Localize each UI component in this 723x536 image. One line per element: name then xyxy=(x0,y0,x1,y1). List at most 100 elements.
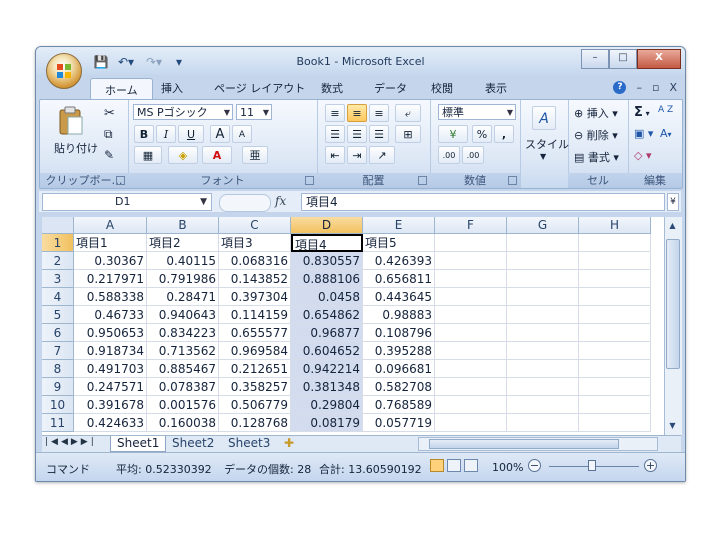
cell-f1[interactable] xyxy=(435,234,507,252)
sheet-tab-sheet2[interactable]: Sheet2 xyxy=(166,436,220,451)
cell-d7[interactable]: 0.604652 xyxy=(291,342,363,360)
cell-c6[interactable]: 0.655577 xyxy=(219,324,291,342)
row-header-9[interactable]: 9 xyxy=(42,378,74,396)
cell-a10[interactable]: 0.391678 xyxy=(74,396,147,414)
insert-cells-button[interactable]: ⊕ 挿入 ▾ xyxy=(574,105,618,121)
cell-c9[interactable]: 0.358257 xyxy=(219,378,291,396)
font-color-button[interactable]: A xyxy=(202,146,232,164)
cell-c7[interactable]: 0.969584 xyxy=(219,342,291,360)
column-header-e[interactable]: E xyxy=(363,217,435,234)
column-header-b[interactable]: B xyxy=(147,217,219,234)
cell-b10[interactable]: 0.001576 xyxy=(147,396,219,414)
cell-a3[interactable]: 0.217971 xyxy=(74,270,147,288)
cell-g3[interactable] xyxy=(507,270,579,288)
grow-font-button[interactable]: A xyxy=(210,125,230,143)
column-header-a[interactable]: A xyxy=(74,217,147,234)
cell-a2[interactable]: 0.30367 xyxy=(74,252,147,270)
underline-button[interactable]: U xyxy=(178,125,204,143)
row-header-1[interactable]: 1 xyxy=(42,234,74,252)
row-header-6[interactable]: 6 xyxy=(42,324,74,342)
cell-a5[interactable]: 0.46733 xyxy=(74,306,147,324)
cell-g11[interactable] xyxy=(507,414,579,432)
row-header-5[interactable]: 5 xyxy=(42,306,74,324)
percent-button[interactable]: % xyxy=(472,125,492,143)
number-format-select[interactable]: 標準 ▼ xyxy=(438,104,516,120)
italic-button[interactable]: I xyxy=(156,125,176,143)
delete-cells-button[interactable]: ⊖ 削除 ▾ xyxy=(574,127,618,143)
cell-e1[interactable]: 項目5 xyxy=(363,234,435,252)
row-header-3[interactable]: 3 xyxy=(42,270,74,288)
zoom-in-icon[interactable]: + xyxy=(644,459,657,472)
cell-f4[interactable] xyxy=(435,288,507,306)
sort-filter-button[interactable]: A Z xyxy=(658,105,673,115)
cell-f11[interactable] xyxy=(435,414,507,432)
cell-h10[interactable] xyxy=(579,396,651,414)
cell-e9[interactable]: 0.582708 xyxy=(363,378,435,396)
cell-g7[interactable] xyxy=(507,342,579,360)
cell-c8[interactable]: 0.212651 xyxy=(219,360,291,378)
save-icon[interactable]: 💾 xyxy=(92,54,110,70)
column-header-c[interactable]: C xyxy=(219,217,291,234)
cell-c5[interactable]: 0.114159 xyxy=(219,306,291,324)
workbook-minimize-button[interactable]: – xyxy=(636,81,642,94)
tab-formulas[interactable]: 数式 xyxy=(321,80,343,96)
office-button[interactable] xyxy=(46,53,82,89)
sheet-nav-icon[interactable]: |◀◀▶▶| xyxy=(45,437,97,447)
vertical-scrollbar[interactable]: ▲ ▼ xyxy=(664,217,682,435)
cell-d10[interactable]: 0.29804 xyxy=(291,396,363,414)
row-header-4[interactable]: 4 xyxy=(42,288,74,306)
insert-sheet-icon[interactable]: ✚ xyxy=(278,436,300,451)
phonetic-guide-button[interactable]: 亜 xyxy=(242,146,268,164)
workbook-restore-button[interactable]: ▫ xyxy=(652,81,659,94)
cell-b2[interactable]: 0.40115 xyxy=(147,252,219,270)
font-size-select[interactable]: 11 ▼ xyxy=(236,104,272,120)
row-header-10[interactable]: 10 xyxy=(42,396,74,414)
cell-f2[interactable] xyxy=(435,252,507,270)
cell-d9[interactable]: 0.381348 xyxy=(291,378,363,396)
formula-bar-splitter[interactable] xyxy=(219,194,271,212)
sheet-tab-sheet3[interactable]: Sheet3 xyxy=(222,436,276,451)
cell-d6[interactable]: 0.96877 xyxy=(291,324,363,342)
cell-d3[interactable]: 0.888106 xyxy=(291,270,363,288)
cell-d2[interactable]: 0.830557 xyxy=(291,252,363,270)
cell-b3[interactable]: 0.791986 xyxy=(147,270,219,288)
cell-f3[interactable] xyxy=(435,270,507,288)
cell-g5[interactable] xyxy=(507,306,579,324)
restore-button[interactable]: □ xyxy=(609,49,637,69)
align-top-icon[interactable]: ≡ xyxy=(325,104,345,122)
cell-g9[interactable] xyxy=(507,378,579,396)
row-header-7[interactable]: 7 xyxy=(42,342,74,360)
styles-dropdown-icon[interactable]: ▼ xyxy=(540,152,546,161)
cell-e7[interactable]: 0.395288 xyxy=(363,342,435,360)
horizontal-scrollbar[interactable] xyxy=(418,437,658,451)
cell-e4[interactable]: 0.443645 xyxy=(363,288,435,306)
cell-f5[interactable] xyxy=(435,306,507,324)
column-header-g[interactable]: G xyxy=(507,217,579,234)
cell-e10[interactable]: 0.768589 xyxy=(363,396,435,414)
name-box[interactable]: D1 ▼ xyxy=(42,193,212,211)
cell-c3[interactable]: 0.143852 xyxy=(219,270,291,288)
cell-f6[interactable] xyxy=(435,324,507,342)
cell-h5[interactable] xyxy=(579,306,651,324)
cell-c1[interactable]: 項目3 xyxy=(219,234,291,252)
sheet-tab-sheet1[interactable]: Sheet1 xyxy=(110,436,167,452)
tab-home[interactable]: ホーム xyxy=(90,78,153,101)
worksheet-grid[interactable]: A B C D E F G H 1 項目1 項目2 項目3 項目4 項目5 2 0.30367 0.40115 0… xyxy=(42,217,664,435)
cell-a1[interactable]: 項目1 xyxy=(74,234,147,252)
clear-icon[interactable]: ◇ ▾ xyxy=(634,149,651,162)
cell-h3[interactable] xyxy=(579,270,651,288)
cell-h6[interactable] xyxy=(579,324,651,342)
tab-insert[interactable]: 挿入 xyxy=(161,80,183,96)
format-cells-button[interactable]: ▤ 書式 ▾ xyxy=(574,149,619,165)
increase-decimal-button[interactable]: .00 xyxy=(438,146,460,164)
format-painter-icon[interactable]: ✎ xyxy=(104,148,114,162)
cell-e2[interactable]: 0.426393 xyxy=(363,252,435,270)
cell-c11[interactable]: 0.128768 xyxy=(219,414,291,432)
cell-d8[interactable]: 0.942214 xyxy=(291,360,363,378)
row-header-2[interactable]: 2 xyxy=(42,252,74,270)
tab-view[interactable]: 表示 xyxy=(485,80,507,96)
cell-e3[interactable]: 0.656811 xyxy=(363,270,435,288)
cell-d4[interactable]: 0.0458 xyxy=(291,288,363,306)
cell-f9[interactable] xyxy=(435,378,507,396)
align-center-icon[interactable]: ☰ xyxy=(347,125,367,143)
